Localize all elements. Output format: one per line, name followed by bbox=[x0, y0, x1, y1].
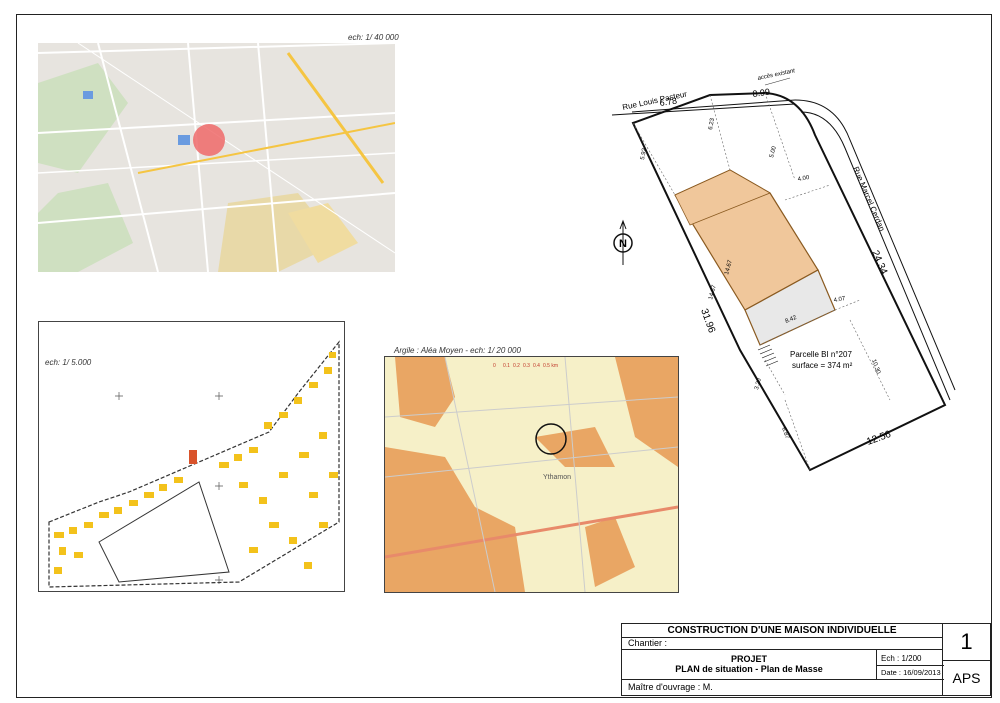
cadastre-map: ech: 1/ 5.000 bbox=[38, 321, 345, 592]
project-title: CONSTRUCTION D'UNE MAISON INDIVIDUELLE bbox=[622, 624, 942, 638]
dim-623: 6.23 bbox=[708, 117, 716, 130]
svg-text:0.2: 0.2 bbox=[513, 363, 520, 369]
parcel-surface: surface = 374 m² bbox=[792, 361, 853, 370]
dim-3196: 31.96 bbox=[698, 307, 717, 335]
sheet-number-box: 1 APS bbox=[943, 623, 991, 696]
scale-field: Ech : 1/200 bbox=[881, 654, 922, 663]
svg-text:0.3: 0.3 bbox=[523, 363, 530, 369]
projet-label: PROJET bbox=[730, 654, 767, 664]
situation-map: ech: 1/ 40 000 bbox=[38, 43, 395, 272]
project-block: PROJET PLAN de situation - Plan de Masse bbox=[622, 650, 877, 680]
situation-scale: ech: 1/ 40 000 bbox=[348, 33, 399, 42]
north-arrow-icon: N bbox=[613, 219, 633, 265]
dim-2434: 24.34 bbox=[869, 249, 889, 277]
dim-407: 4.07 bbox=[833, 296, 846, 304]
phase-label: APS bbox=[952, 670, 981, 686]
drawing-subtitle: PLAN de situation - Plan de Masse bbox=[675, 664, 823, 674]
sheet-number: 1 bbox=[943, 624, 990, 661]
dim-678: 6.78 bbox=[659, 96, 678, 108]
dim-687: 6.87 bbox=[780, 427, 790, 441]
cadastre-scale: ech: 1/ 5.000 bbox=[45, 358, 92, 367]
dim-1030: 10.30 bbox=[870, 359, 881, 376]
dim-592: 5.92 bbox=[640, 147, 648, 160]
scale-date-box: Ech : 1/200 Date : 16/09/2013 bbox=[877, 650, 944, 680]
dim-1256: 12.56 bbox=[865, 429, 893, 448]
title-block: CONSTRUCTION D'UNE MAISON INDIVIDUELLE C… bbox=[621, 623, 991, 696]
argiles-scale: Argile : Aléa Moyen - ech: 1/ 20 000 bbox=[394, 346, 521, 355]
svg-text:0: 0 bbox=[493, 363, 496, 369]
north-label: N bbox=[619, 238, 627, 250]
title-block-main: CONSTRUCTION D'UNE MAISON INDIVIDUELLE C… bbox=[621, 623, 944, 696]
dim-899: 8.99 bbox=[752, 87, 771, 99]
svg-text:0.4: 0.4 bbox=[533, 363, 540, 369]
svg-text:0.5 km: 0.5 km bbox=[543, 363, 558, 369]
dim-400: 4.00 bbox=[797, 175, 810, 183]
svg-text:0.1: 0.1 bbox=[503, 363, 510, 369]
place-label: Ythamon bbox=[543, 474, 571, 481]
chantier-field: Chantier : bbox=[622, 638, 942, 650]
site-plan: N Rue Louis Pasteur Rue Marcel Cerdan ac… bbox=[590, 60, 970, 480]
dim-500: 5.00 bbox=[769, 145, 778, 158]
access-label: accès existant bbox=[757, 68, 796, 82]
parcel-label: Parcelle BI n°207 bbox=[790, 350, 852, 359]
date-field: Date : 16/09/2013 bbox=[877, 665, 944, 679]
maitre-ouvrage-field: Maître d'ouvrage : M. bbox=[628, 682, 713, 692]
